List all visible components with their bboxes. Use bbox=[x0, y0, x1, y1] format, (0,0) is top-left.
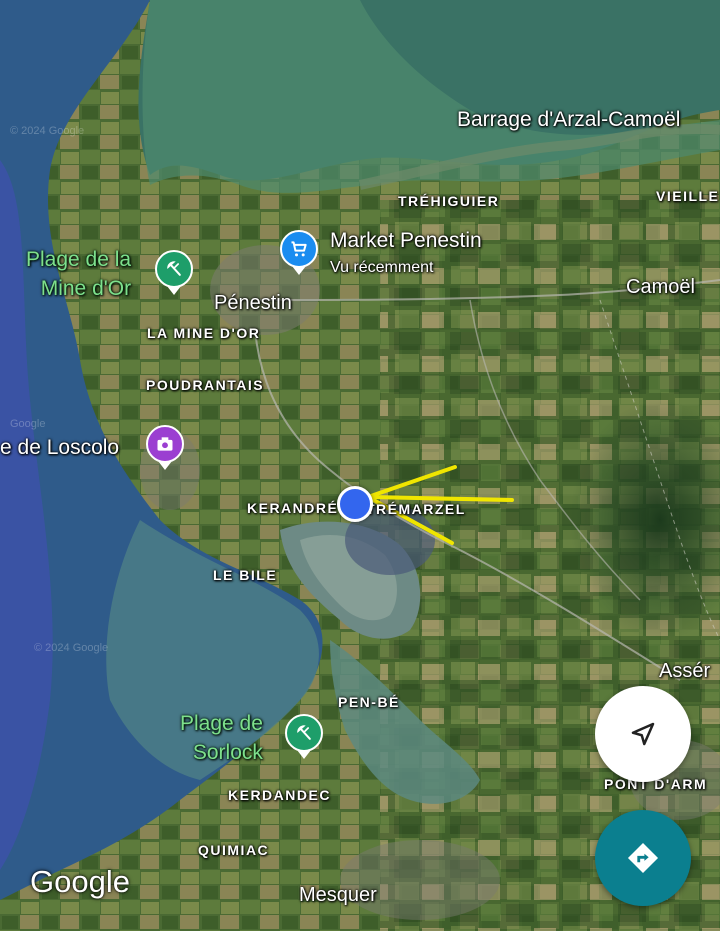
directions-button[interactable] bbox=[595, 810, 691, 906]
place-label-tremarzel[interactable]: TRÉMARZEL bbox=[366, 501, 466, 517]
poi-label-market[interactable]: Market Penestin bbox=[330, 229, 482, 253]
sorlock-pin-tail bbox=[297, 750, 311, 759]
place-label-vieille[interactable]: VIEILLE bbox=[656, 188, 719, 204]
place-label-le-bile[interactable]: LE BILE bbox=[213, 567, 277, 583]
place-label-trehiguier[interactable]: TRÉHIGUIER bbox=[398, 193, 499, 209]
sorlock-pin[interactable] bbox=[285, 714, 323, 752]
navigation-arrow-icon bbox=[631, 722, 655, 746]
loscolo-pin[interactable] bbox=[146, 425, 184, 463]
my-location-button[interactable] bbox=[595, 686, 691, 782]
poi-sublabel-market: Vu récemment bbox=[330, 259, 434, 276]
poi-label-mine-dor-line2: Mine d'Or bbox=[40, 277, 132, 300]
place-label-pen-be[interactable]: PEN-BÉ bbox=[338, 694, 400, 710]
market-pin-tail bbox=[292, 266, 306, 275]
place-label-kerdandec[interactable]: KERDANDEC bbox=[228, 787, 331, 803]
camera-icon bbox=[157, 437, 173, 451]
shopping-cart-icon bbox=[291, 241, 307, 257]
poi-label-sorlock-line2: Sorlock bbox=[192, 741, 263, 764]
poi-label-sorlock-line1: Plage de bbox=[180, 712, 263, 735]
watermark: © 2024 Google bbox=[10, 125, 85, 137]
place-label-kerandre[interactable]: KERANDRÉ bbox=[247, 500, 338, 516]
directions-icon bbox=[627, 842, 659, 874]
watermark: © 2024 Google bbox=[34, 642, 109, 654]
place-label-camoel[interactable]: Camoël bbox=[626, 276, 695, 299]
place-label-penestin[interactable]: Pénestin bbox=[214, 292, 292, 315]
place-label-assere[interactable]: Assér bbox=[659, 660, 710, 683]
mine-dor-pin-tail bbox=[167, 286, 181, 295]
poi-label-mine-dor-line1: Plage de la bbox=[26, 248, 132, 271]
place-label-mesquer[interactable]: Mesquer bbox=[299, 884, 377, 907]
poi-label-loscolo[interactable]: e de Loscolo bbox=[0, 436, 119, 460]
google-logo: Google bbox=[30, 864, 130, 899]
place-label-poudrantais[interactable]: POUDRANTAIS bbox=[146, 377, 264, 393]
poi-label-sorlock[interactable]: Plage de Sorlock bbox=[180, 709, 263, 767]
poi-label-mine-dor[interactable]: Plage de la Mine d'Or bbox=[26, 245, 131, 303]
beach-umbrella-icon bbox=[167, 261, 181, 276]
place-label-la-mine-dor[interactable]: LA MINE D'OR bbox=[147, 325, 260, 341]
place-label-barrage[interactable]: Barrage d'Arzal-Camoël bbox=[457, 108, 680, 132]
place-label-quimiac[interactable]: QUIMIAC bbox=[198, 842, 269, 858]
mine-dor-pin[interactable] bbox=[155, 250, 193, 288]
market-pin[interactable] bbox=[280, 230, 318, 268]
loscolo-pin-tail bbox=[158, 461, 172, 470]
beach-umbrella-icon bbox=[297, 725, 311, 740]
current-location-dot[interactable] bbox=[337, 486, 373, 522]
watermark: Google bbox=[10, 418, 46, 430]
